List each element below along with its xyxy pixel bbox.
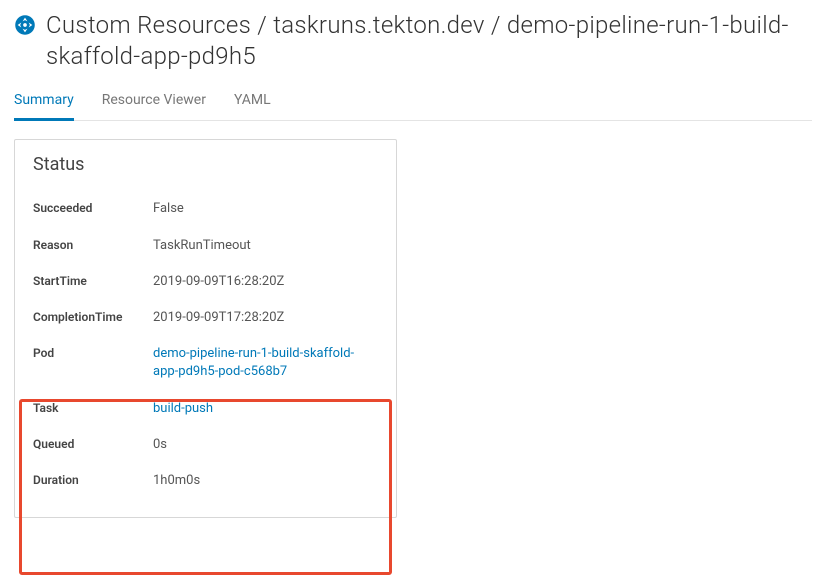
task-link[interactable]: build-push (153, 400, 213, 418)
status-card: Status Succeeded False Reason TaskRunTim… (14, 139, 397, 518)
status-row-duration: Duration 1h0m0s (33, 463, 378, 499)
status-row-task: Task build-push (33, 391, 378, 427)
row-value: 2019-09-09T17:28:20Z (153, 309, 284, 327)
row-value: TaskRunTimeout (153, 237, 251, 255)
status-row-queued: Queued 0s (33, 427, 378, 463)
row-label: Queued (33, 436, 153, 451)
row-label: Duration (33, 472, 153, 487)
row-value: False (153, 200, 184, 218)
page-header: Custom Resources / taskruns.tekton.dev /… (14, 10, 812, 72)
status-table: Succeeded False Reason TaskRunTimeout St… (15, 191, 396, 517)
status-row-reason: Reason TaskRunTimeout (33, 228, 378, 264)
row-label: Pod (33, 345, 153, 360)
row-value: 1h0m0s (153, 472, 200, 490)
row-label: Succeeded (33, 200, 153, 215)
status-row-pod: Pod demo-pipeline-run-1-build-skaffold-a… (33, 336, 378, 390)
tabs: Summary Resource Viewer YAML (14, 82, 812, 121)
row-value: 0s (153, 436, 167, 454)
status-row-succeeded: Succeeded False (33, 191, 378, 227)
row-label: CompletionTime (33, 309, 153, 324)
breadcrumb: Custom Resources / taskruns.tekton.dev /… (46, 10, 812, 72)
row-label: Task (33, 400, 153, 415)
row-value: 2019-09-09T16:28:20Z (153, 273, 284, 291)
tab-resource-viewer[interactable]: Resource Viewer (102, 82, 206, 120)
tab-yaml[interactable]: YAML (234, 82, 271, 120)
row-label: StartTime (33, 273, 153, 288)
status-row-completiontime: CompletionTime 2019-09-09T17:28:20Z (33, 300, 378, 336)
row-label: Reason (33, 237, 153, 252)
tab-summary[interactable]: Summary (14, 82, 74, 120)
status-row-starttime: StartTime 2019-09-09T16:28:20Z (33, 264, 378, 300)
pod-link[interactable]: demo-pipeline-run-1-build-skaffold-app-p… (153, 345, 378, 381)
card-title: Status (15, 140, 396, 191)
plugin-icon (14, 14, 36, 40)
